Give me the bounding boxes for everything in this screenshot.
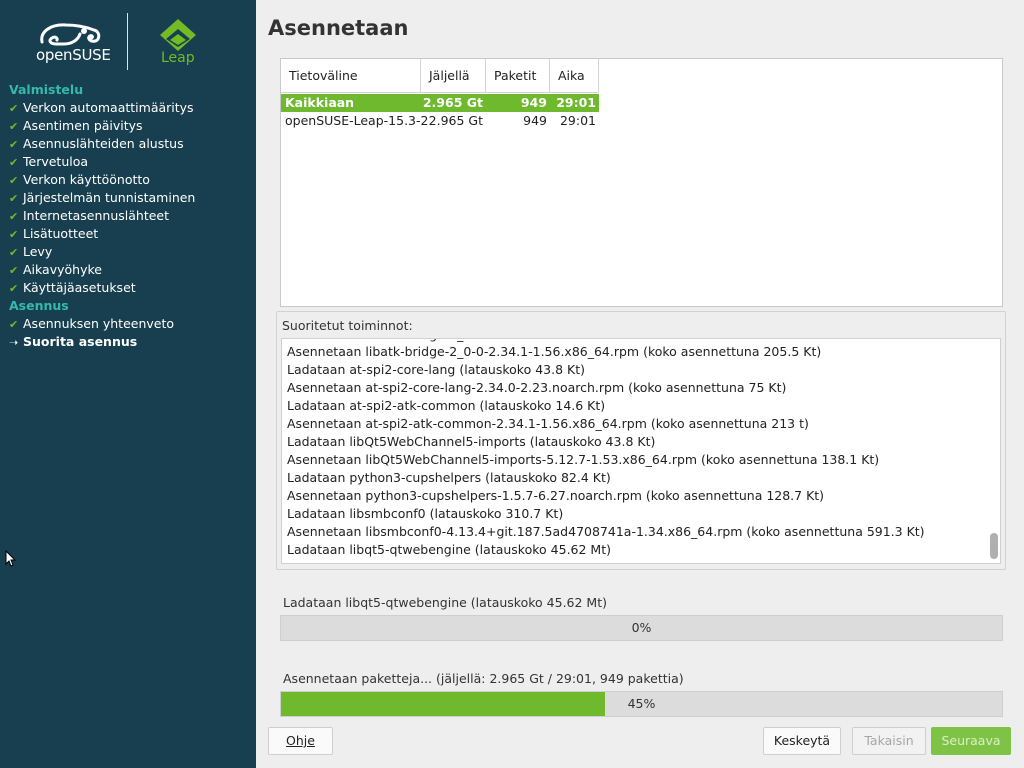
log-label: Suoritetut toiminnot: <box>282 318 413 333</box>
check-icon: ✔ <box>9 156 19 169</box>
mouse-cursor-icon <box>3 549 21 568</box>
install-progress-label: Asennetaan paketteja... (jäljellä: 2.965… <box>283 671 684 686</box>
step-item: ✔ Verkon automaattimääritys <box>9 99 249 117</box>
log-line: Asennetaan libatk-bridge-2_0-0-2.34.1-1.… <box>287 344 822 359</box>
step-item: ✔ Tervetuloa <box>9 153 249 171</box>
log-line: Asennetaan libQt5WebChannel5-imports-5.1… <box>287 452 880 467</box>
log-line: Asennetaan at-spi2-atk-common-2.34.1-1.5… <box>287 416 809 431</box>
log-line: Ladataan at-spi2-atk-common (latauskoko … <box>287 398 606 413</box>
installation-steps: Valmistelu ✔ Verkon automaattimääritys ✔ A… <box>9 81 249 351</box>
abort-button[interactable]: Keskeytä <box>763 727 841 755</box>
step-item: ✔ Internetasennuslähteet <box>9 207 249 225</box>
check-icon: ✔ <box>9 138 19 151</box>
column-header-remaining[interactable]: Jäljellä <box>421 59 486 93</box>
log-line-partial: Asennetaan libatk-bridge-2_0-0-... <box>287 339 500 342</box>
back-button-label: Takaisin <box>864 733 914 748</box>
check-icon: ✔ <box>9 210 19 223</box>
brand-text: openSUSE <box>36 46 111 64</box>
logo-divider <box>127 13 128 70</box>
column-header-time[interactable]: Aika <box>550 59 599 93</box>
next-button[interactable]: Seuraava <box>931 727 1011 755</box>
download-progress-bar: 0% <box>280 615 1003 641</box>
check-icon: ✔ <box>9 282 19 295</box>
step-section-title: Asennus <box>9 298 69 313</box>
log-line: Ladataan libqt5-qtwebengine (latauskoko … <box>287 542 611 557</box>
log-line: Asennetaan at-spi2-core-lang-2.34.0-2.23… <box>287 380 787 395</box>
install-progress-bar: 45% <box>280 691 1003 717</box>
arrow-right-icon: ➝ <box>9 336 19 349</box>
log-line: Ladataan libsmbconf0 (latauskoko 310.7 K… <box>287 506 564 521</box>
step-item: ✔ Järjestelmän tunnistaminen <box>9 189 249 207</box>
cell-packages: 949 <box>523 113 547 128</box>
step-section-title: Valmistelu <box>9 82 84 97</box>
column-header-medium[interactable]: Tietoväline <box>281 59 421 93</box>
log-line: Asennetaan libsmbconf0-4.13.4+git.187.5a… <box>287 524 925 539</box>
log-line: Ladataan python3-cupshelpers (latauskoko… <box>287 470 611 485</box>
download-progress-text: 0% <box>631 620 652 635</box>
product-text: Leap <box>161 50 195 66</box>
log-line: Ladataan libQt5WebChannel5-imports (lata… <box>287 434 656 449</box>
next-button-label: Seuraava <box>941 733 1001 748</box>
log-line: Asennetaan python3-cupshelpers-1.5.7-6.2… <box>287 488 825 503</box>
step-item: ✔ Käyttäjäasetukset <box>9 279 249 297</box>
cell-time: 29:01 <box>559 113 596 128</box>
check-icon: ✔ <box>9 174 19 187</box>
step-item: ✔ Asennuslähteiden alustus <box>9 135 249 153</box>
step-item: ✔ Asennuksen yhteenveto <box>9 315 249 333</box>
cell-time: 29:01 <box>556 95 596 110</box>
check-icon: ✔ <box>9 318 19 331</box>
help-button[interactable]: Ohje <box>268 727 333 755</box>
check-icon: ✔ <box>9 120 19 133</box>
cell-remaining: 2.965 Gt <box>428 113 483 128</box>
step-item: ✔ Levy <box>9 243 249 261</box>
step-item: ✔ Verkon käyttöönotto <box>9 171 249 189</box>
column-header-packages[interactable]: Paketit <box>486 59 550 93</box>
check-icon: ✔ <box>9 246 19 259</box>
media-table[interactable]: Tietoväline Jäljellä Paketit Aika Kaikki… <box>280 58 1003 307</box>
install-progress-text: 45% <box>627 696 656 711</box>
check-icon: ✔ <box>9 102 19 115</box>
table-row[interactable]: Kaikkiaan 2.965 Gt 949 29:01 <box>281 94 599 112</box>
help-button-label: Ohje <box>286 733 315 748</box>
check-icon: ✔ <box>9 264 19 277</box>
leap-logo <box>156 17 200 53</box>
check-icon: ✔ <box>9 228 19 241</box>
table-row[interactable]: openSUSE-Leap-15.3-2 2.965 Gt 949 29:01 <box>281 112 599 130</box>
sidebar: openSUSE Leap Valmistelu ✔ Verkon automaa… <box>0 0 256 768</box>
cell-medium: openSUSE-Leap-15.3-2 <box>285 113 429 128</box>
check-icon: ✔ <box>9 192 19 205</box>
cell-remaining: 2.965 Gt <box>422 95 483 110</box>
log-line: Ladataan at-spi2-core-lang (latauskoko 4… <box>287 362 585 377</box>
log-scrollbar[interactable] <box>990 533 998 559</box>
cell-medium: Kaikkiaan <box>285 95 355 110</box>
cell-packages: 949 <box>520 95 547 110</box>
step-item-current: ➝ Suorita asennus <box>9 333 249 351</box>
abort-button-label: Keskeytä <box>773 733 831 748</box>
download-progress-label: Ladataan libqt5-qtwebengine (latauskoko … <box>283 595 607 610</box>
step-item: ✔ Asentimen päivitys <box>9 117 249 135</box>
log-textbox[interactable]: Asennetaan libatk-bridge-2_0-0-... Asenn… <box>281 338 1001 564</box>
back-button[interactable]: Takaisin <box>852 727 926 755</box>
main-panel: Asennetaan Tietoväline Jäljellä Paketit … <box>256 0 1024 768</box>
page-title: Asennetaan <box>268 16 409 40</box>
step-item: ✔ Aikavyöhyke <box>9 261 249 279</box>
logo-area: openSUSE Leap <box>0 0 256 80</box>
step-item: ✔ Lisätuotteet <box>9 225 249 243</box>
